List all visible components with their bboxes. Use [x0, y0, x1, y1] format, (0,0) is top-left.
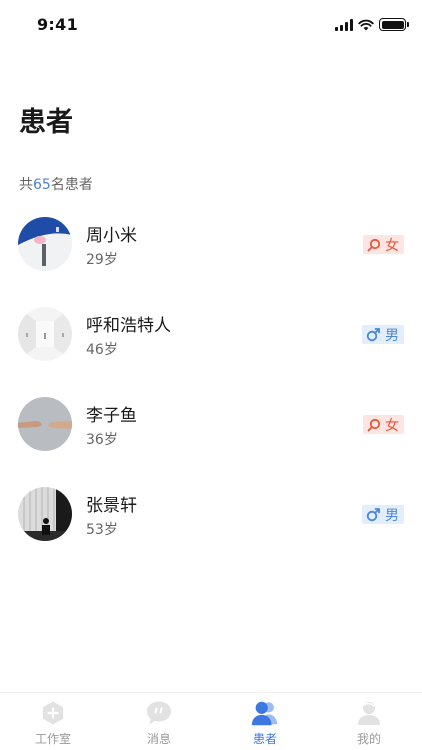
gender-badge: 女: [363, 235, 404, 254]
patients-icon: [250, 699, 280, 727]
patient-row[interactable]: 张景轩 53岁 男: [0, 477, 422, 567]
patient-row[interactable]: 呼和浩特人 46岁 男: [0, 297, 422, 387]
gender-badge: 男: [362, 505, 404, 524]
count-prefix: 共: [19, 177, 33, 193]
male-icon: [366, 328, 380, 342]
gender-badge: 女: [363, 415, 404, 434]
gender-badge: 男: [362, 325, 404, 344]
patient-list: 周小米 29岁 女 呼和浩特人 46岁 男 李子鱼 36岁 女 张景轩 53岁 …: [0, 207, 422, 567]
gender-label: 女: [385, 417, 399, 434]
patient-name: 李子鱼: [86, 406, 137, 426]
female-icon: [367, 418, 381, 431]
tab-label: 我的: [356, 732, 381, 746]
battery-icon: [379, 18, 409, 31]
patient-age: 46岁: [86, 342, 118, 358]
tab-patients[interactable]: 患者: [225, 699, 305, 749]
patient-name: 呼和浩特人: [86, 316, 171, 336]
profile-icon: [354, 699, 384, 727]
avatar: [18, 307, 72, 361]
status-bar: 9:41: [0, 0, 422, 50]
patient-name: 周小米: [86, 226, 137, 246]
tab-workroom[interactable]: 工作室: [13, 699, 93, 749]
patient-row[interactable]: 李子鱼 36岁 女: [0, 387, 422, 477]
avatar: [18, 217, 72, 271]
count-number: 65: [33, 177, 51, 193]
status-time: 9:41: [37, 15, 78, 34]
gender-label: 男: [385, 327, 399, 344]
patient-age: 53岁: [86, 522, 118, 538]
female-icon: [367, 238, 381, 251]
status-icons: [335, 18, 409, 31]
gender-label: 男: [385, 507, 399, 524]
avatar: [18, 487, 72, 541]
tab-label: 消息: [146, 732, 171, 746]
message-icon: [144, 699, 174, 727]
page-title: 患者: [19, 107, 73, 138]
patient-age: 29岁: [86, 252, 118, 268]
tab-label: 患者: [252, 732, 277, 746]
patient-row[interactable]: 周小米 29岁 女: [0, 207, 422, 297]
cellular-signal-icon: [335, 18, 353, 31]
avatar: [18, 397, 72, 451]
tab-bar: 工作室 消息 患者 我的: [0, 692, 422, 750]
patient-age: 36岁: [86, 432, 118, 448]
count-suffix: 名患者: [50, 177, 93, 193]
male-icon: [366, 508, 380, 522]
tab-label: 工作室: [34, 732, 71, 746]
tab-messages[interactable]: 消息: [119, 699, 199, 749]
tab-profile[interactable]: 我的: [329, 699, 409, 749]
patient-count: 共65名患者: [19, 174, 93, 194]
wifi-icon: [358, 19, 374, 30]
patient-name: 张景轩: [86, 496, 137, 516]
gender-label: 女: [385, 237, 399, 254]
workroom-icon: [38, 699, 68, 727]
